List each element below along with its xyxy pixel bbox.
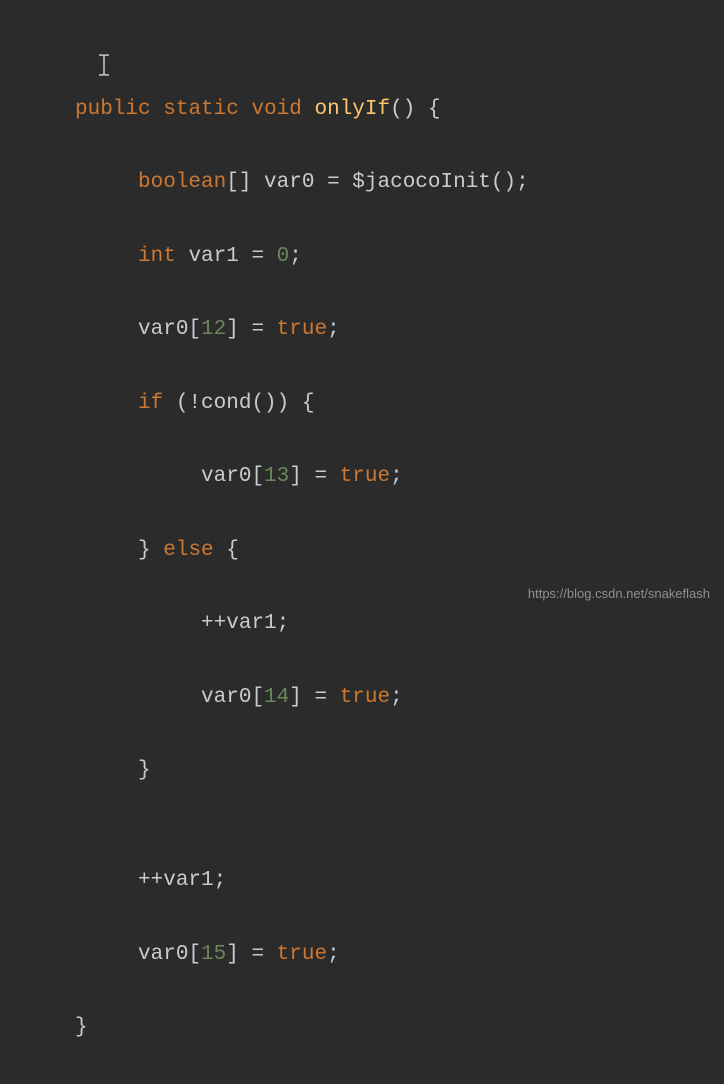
condition: (!cond()) { (163, 392, 314, 415)
identifier: var1 (188, 245, 251, 268)
code-line: var0[15] = true; (75, 937, 724, 974)
code-line: var0[12] = true; (75, 312, 724, 349)
operator: = (327, 171, 352, 194)
bracket-close: ] = (289, 686, 339, 709)
keyword-boolean: boolean (138, 171, 226, 194)
number: 14 (264, 686, 289, 709)
semicolon: ; (390, 465, 403, 488)
brackets: [] (226, 171, 264, 194)
code-line: ++var1; (75, 863, 724, 900)
identifier: var0[ (138, 943, 201, 966)
increment: ++var1; (138, 869, 226, 892)
semicolon: ; (327, 943, 340, 966)
bracket-close: ] = (289, 465, 339, 488)
indent (75, 759, 138, 782)
indent (75, 943, 138, 966)
semicolon: ; (289, 245, 302, 268)
brace-close: } (75, 1016, 88, 1039)
bracket-close: ] = (226, 318, 276, 341)
operator: = (251, 245, 276, 268)
space (176, 245, 189, 268)
indent (75, 392, 138, 415)
keyword-true: true (277, 318, 327, 341)
indent (75, 612, 201, 635)
code-line: if (!cond()) { (75, 386, 724, 423)
parens: () (390, 98, 415, 121)
number: 12 (201, 318, 226, 341)
keyword-int: int (138, 245, 176, 268)
keyword-void: void (251, 98, 301, 121)
brace-close: } (138, 759, 151, 782)
text-cursor-icon (97, 54, 111, 76)
keyword-static: static (163, 98, 239, 121)
number: 0 (277, 245, 290, 268)
keyword-true: true (340, 686, 390, 709)
method-name: onlyIf (315, 98, 391, 121)
code-line: } else { (75, 533, 724, 570)
method-call: $jacocoInit(); (352, 171, 528, 194)
code-line: boolean[] var0 = $jacocoInit(); (75, 165, 724, 202)
indent (75, 465, 201, 488)
brace: { (214, 539, 239, 562)
indent (75, 245, 138, 268)
indent (75, 869, 138, 892)
identifier: var0[ (201, 686, 264, 709)
indent (75, 539, 138, 562)
keyword-if: if (138, 392, 163, 415)
indent (75, 171, 138, 194)
code-line: public static void onlyIf() { (75, 92, 724, 129)
code-line: } (75, 753, 724, 790)
semicolon: ; (390, 686, 403, 709)
bracket-close: ] = (226, 943, 276, 966)
code-block: public static void onlyIf() { boolean[] … (0, 0, 724, 1084)
brace: { (415, 98, 440, 121)
identifier: var0[ (138, 318, 201, 341)
keyword-public: public (75, 98, 151, 121)
code-line: var0[14] = true; (75, 680, 724, 717)
number: 13 (264, 465, 289, 488)
code-line: ++var1; (75, 606, 724, 643)
watermark-text: https://blog.csdn.net/snakeflash (528, 583, 710, 606)
keyword-true: true (340, 465, 390, 488)
number: 15 (201, 943, 226, 966)
identifier: var0 (264, 171, 327, 194)
keyword-else: else (163, 539, 213, 562)
indent (75, 686, 201, 709)
keyword-true: true (277, 943, 327, 966)
identifier: var0[ (201, 465, 264, 488)
increment: ++var1; (201, 612, 289, 635)
code-line: } (75, 1010, 724, 1047)
brace-close: } (138, 539, 163, 562)
semicolon: ; (327, 318, 340, 341)
code-line: var0[13] = true; (75, 459, 724, 496)
indent (75, 318, 138, 341)
code-line: int var1 = 0; (75, 239, 724, 276)
